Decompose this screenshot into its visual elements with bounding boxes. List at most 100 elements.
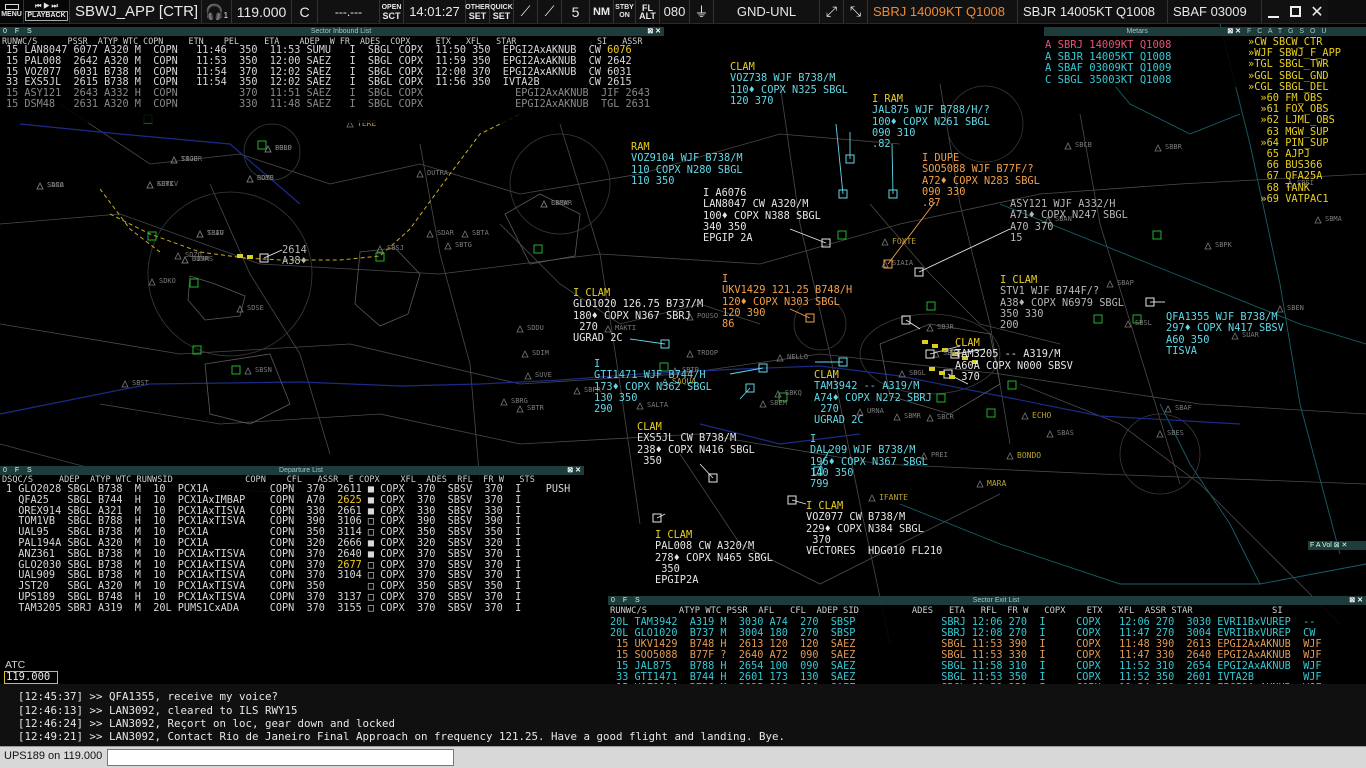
data-block-line: UKV1429 121.25 B748/H	[722, 284, 853, 297]
aircraft-data-block[interactable]: ASY121 WJF A332/H A71♦ COPX N247 SBGL A70 …	[1010, 198, 1128, 244]
radar-scope[interactable]: SBJD SDCO SDRK SBBP SDTS SJAV SDJM SBGW SBTA SBSJ…	[0, 24, 1366, 746]
metars-titlebar[interactable]: Metars ⊠ ✕	[1044, 27, 1244, 36]
secondary-frequency[interactable]: ---.---	[318, 0, 380, 23]
aircraft-data-block[interactable]: I UKV1429 121.25 B748/H 120♦ COPX N303 SBG…	[722, 273, 853, 330]
inbound-titlebar[interactable]: 0 F S Sector Inbound List ⊠ ✕	[0, 27, 664, 36]
table-row[interactable]: 15 DSM48 2631 A320 M COPN 330 11:48 SAEZ…	[6, 99, 664, 111]
table-row[interactable]: 33 GTI1471 B744 H 2601 173 130 SAEZ SBGL…	[610, 672, 1366, 683]
filter-button[interactable]: ⏚	[690, 0, 714, 23]
wind-arrow-button-2[interactable]: ⤡	[844, 0, 868, 23]
frequency-list-item[interactable]: »62 LJML_OBS	[1248, 115, 1366, 126]
row-text: COPX 370 SBSV 370 I	[374, 570, 522, 582]
transition-altitude[interactable]: 080	[660, 0, 690, 23]
table-row[interactable]: 20L GLO1020 B737 M 3004 180 270 SBSP SBR…	[610, 628, 1366, 639]
close-icon[interactable]: ⊠ ✕	[1334, 542, 1348, 549]
atc-frequency-box[interactable]: 119.000	[4, 671, 58, 684]
fix-label: SBTG	[455, 241, 472, 249]
row-text: UAL95 SBGL B738 M 10 PCX1A COPN 350 3114	[6, 527, 368, 539]
fix-triangle	[1046, 430, 1054, 438]
close-icon[interactable]: ⊠ ✕	[647, 27, 661, 36]
close-button[interactable]: ✕	[1306, 0, 1328, 23]
volume-control[interactable]: F A Vol ⊠ ✕	[1308, 541, 1366, 550]
minimize-button[interactable]	[1262, 0, 1284, 23]
fix-label: SBCB	[1075, 141, 1092, 149]
standby-button[interactable]: STBY ON	[614, 0, 636, 23]
table-row[interactable]: 15 JAL875 B788 H 2654 100 090 SAEZ SBGL …	[610, 661, 1366, 672]
exit-controls[interactable]: 0 F S	[611, 596, 643, 605]
other-set-button[interactable]: OTHER SET	[465, 0, 490, 23]
fix-label: SBKQ	[785, 389, 802, 397]
fix-label: SBES	[1167, 429, 1184, 437]
fix-triangle	[146, 181, 154, 189]
aircraft-data-block[interactable]: I CLAM PAL008 CW A320/M 278♦ COPX N465 SBG…	[655, 529, 773, 586]
map-marker	[231, 365, 241, 375]
fix-triangle	[416, 170, 424, 178]
primary-frequency[interactable]: 119.000	[232, 0, 292, 23]
metar-row[interactable]: A SBAF 03009KT Q1009	[1045, 62, 1244, 75]
draw-tool-button[interactable]: ⟋	[538, 0, 562, 23]
table-row[interactable]: 15 UKV1429 B748 H 2613 120 120 SAEZ SBGL…	[610, 639, 1366, 650]
inbound-controls[interactable]: 0 F S	[3, 27, 35, 36]
altitude-filter[interactable]: GND-UNL	[714, 0, 820, 23]
aircraft-data-block[interactable]: I RAM JAL875 WJF B788/H/? 100♦ COPX N261 S…	[872, 93, 990, 150]
quick-set-button[interactable]: QUICK SET	[490, 0, 514, 23]
table-row[interactable]: 20L TAM3942 A319 M 3030 A74 270 SBSP SBR…	[610, 617, 1366, 628]
frequency-type[interactable]: C	[292, 0, 318, 23]
aircraft-data-block[interactable]: QFA1355 WJF B738/M 297♦ COPX N417 SBSV A60…	[1166, 311, 1284, 357]
metar-row[interactable]: A SBRJ 14009KT Q1008	[1045, 39, 1244, 52]
aircraft-data-block[interactable]: CLAM TAM3205 -- A319/M A60A COPX N000 SBSV…	[955, 337, 1073, 383]
metar-primary[interactable]: SBRJ 14009KT Q1008	[868, 0, 1018, 23]
aircraft-data-block[interactable]: 2614 A38♦	[282, 244, 307, 268]
close-icon[interactable]: ⊠ ✕	[1227, 27, 1241, 36]
menu-button[interactable]: MENU	[0, 0, 24, 23]
departure-controls[interactable]: 0 F S	[3, 466, 35, 475]
metar-row[interactable]: C SBGL 35003KT Q1008	[1045, 74, 1244, 87]
fix-triangle	[174, 252, 182, 260]
aircraft-data-block[interactable]: I GTI1471 WJF B744/H 173♦ COPX N362 SBGL 13…	[594, 358, 712, 415]
station-callsign[interactable]: SBWJ_APP [CTR]	[70, 0, 202, 23]
restore-button[interactable]	[1284, 0, 1306, 23]
aircraft-data-block[interactable]: CLAM TAM3942 -- A319/M A74♦ COPX N272 SBRJ…	[814, 369, 932, 426]
data-block-line: JAL875 WJF B788/H/?	[872, 104, 990, 117]
range-unit-button[interactable]: NM	[590, 0, 614, 23]
row-text: TAM3205 SBRJ A319 M 20L PUMS1CxADA COPN …	[6, 602, 368, 614]
fcatg-titlebar[interactable]: F C A T G S O U	[1244, 27, 1366, 36]
table-row[interactable]: TAM3205 SBRJ A319 M 20L PUMS1CxADA COPN …	[6, 602, 584, 615]
minimize-icon	[1267, 15, 1279, 18]
frequency-list-item[interactable]: »69 VATPAC1	[1248, 193, 1366, 205]
table-row[interactable]: 15 SOO5088 B77F ? 2640 A72 090 SAEZ SBGL…	[610, 650, 1366, 661]
aircraft-data-block[interactable]: RAM VOZ9104 WJF B738/M 110 COPX N280 SBGL 1…	[631, 141, 743, 187]
row-text: COPX 350 SBSV 350 I	[374, 527, 522, 539]
aircraft-data-block[interactable]: I CLAM VOZ077 CW B738/M 229♦ COPX N384 SBG…	[806, 500, 942, 557]
ruler-tool-button[interactable]: ⟋	[514, 0, 538, 23]
row-assr: 6076	[607, 45, 632, 56]
wind-arrow-button[interactable]: ⤢	[820, 0, 844, 23]
exit-titlebar[interactable]: 0 F S Sector Exit List ⊠ ✕	[608, 596, 1366, 605]
fl-alt-button[interactable]: FL ALT	[636, 0, 660, 23]
aircraft-data-block[interactable]: CLAM EXS5JL CW B738/M 238♦ COPX N416 SBGL …	[637, 421, 755, 467]
metar-tertiary[interactable]: SBAF 03009	[1168, 0, 1262, 23]
frequency-list-item[interactable]: »TGL SBGL_TWR	[1248, 59, 1366, 70]
fix-label: DUTRA	[427, 169, 449, 177]
aircraft-data-block[interactable]: CLAM VOZ738 WJF B738/M 110♦ COPX N325 SBGL…	[730, 61, 848, 107]
range-value[interactable]: 5	[562, 0, 590, 23]
frequency-list-item[interactable]: 67 QFA25A	[1248, 171, 1366, 182]
history-dot	[939, 371, 945, 375]
aircraft-data-block[interactable]: I CLAM STV1 WJF B744F/? A38♦ COPX N6979 SB…	[1000, 274, 1124, 331]
fix-label: SDAR	[437, 229, 454, 237]
fix-label: SDSE	[247, 304, 264, 312]
data-block-line: 297♦ COPX N417 SBSV	[1166, 322, 1284, 335]
playback-button[interactable]: ⏮ ▶ ⏭ PLAYBACK	[24, 0, 70, 23]
aircraft-data-block[interactable]: I CLAM GLO1020 126.75 B737/M 180♦ COPX N36…	[573, 287, 703, 344]
departure-titlebar[interactable]: 0 F S Departure List ⊠ ✕	[0, 466, 584, 475]
aircraft-data-block[interactable]: I DAL209 WJF B738/M 196♦ COPX N367 SBGL 140…	[810, 433, 928, 490]
map-marker	[986, 408, 996, 418]
metar-secondary[interactable]: SBJR 14005KT Q1008	[1018, 0, 1168, 23]
open-sector-button[interactable]: OPEN SCT	[380, 0, 404, 23]
aircraft-data-block[interactable]: I A6076 LAN8047 CW A320/M 100♦ COPX N388 S…	[703, 187, 821, 244]
fix-triangle	[444, 242, 452, 250]
headset-button[interactable]: 🎧 1	[202, 0, 232, 23]
command-input[interactable]	[107, 749, 454, 766]
close-icon[interactable]: ⊠ ✕	[567, 466, 581, 475]
close-icon[interactable]: ⊠ ✕	[1349, 596, 1363, 605]
